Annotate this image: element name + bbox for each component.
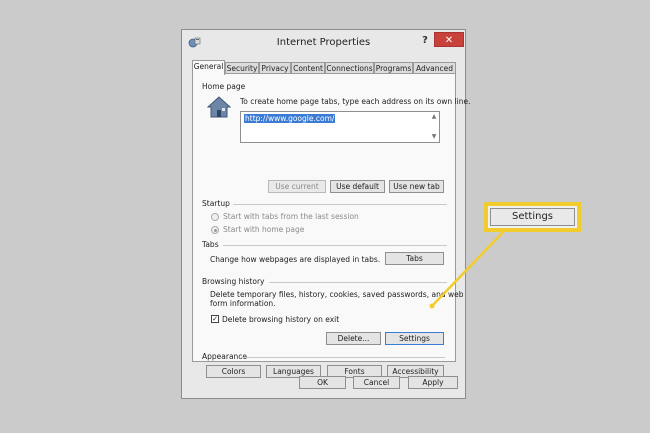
settings-callout-label: Settings: [490, 208, 575, 226]
settings-callout: Settings: [484, 202, 581, 232]
tab-general[interactable]: General: [192, 60, 225, 75]
